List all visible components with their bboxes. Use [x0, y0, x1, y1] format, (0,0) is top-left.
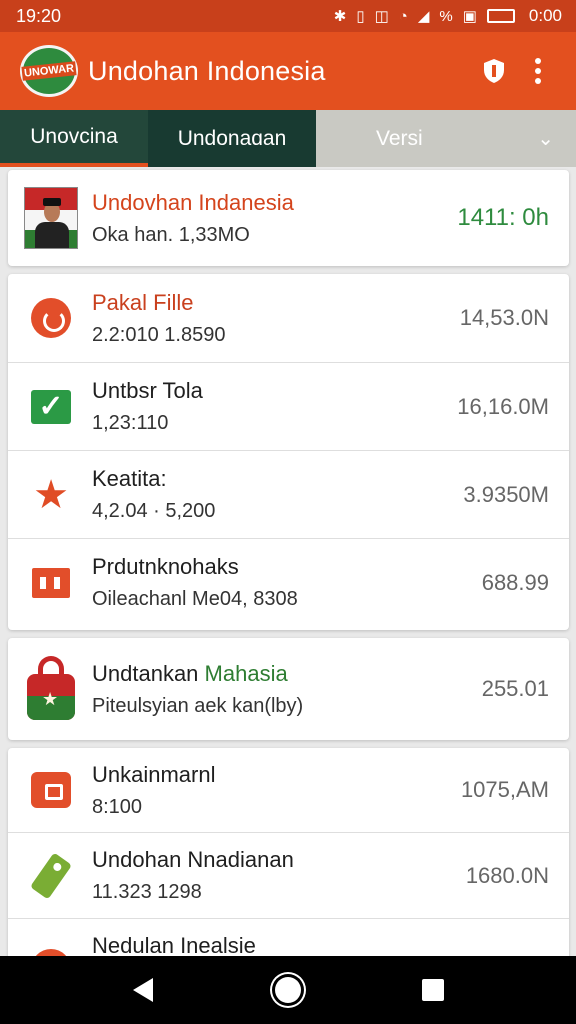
- header-value: 1411: 0h: [457, 204, 549, 231]
- tag-icon: [29, 851, 73, 900]
- header-row[interactable]: Undovhan Indanesia Oka han. 1,33MO 1411:…: [8, 170, 569, 266]
- back-icon: [132, 978, 153, 1002]
- tab-label: Unovcina: [30, 124, 118, 148]
- app-bar: UNOWAR Undohan Indonesia: [0, 32, 576, 110]
- circle-arrow-icon: [31, 298, 71, 338]
- battery-icon: [486, 9, 515, 23]
- list-item-title: Undohan Nnadianan: [92, 847, 294, 872]
- header-subtitle: Oka han. 1,33MO: [92, 223, 250, 246]
- app-logo: UNOWAR: [20, 45, 78, 97]
- bluetooth-icon: ✱: [333, 8, 347, 25]
- tab-versi[interactable]: Versi ⌄: [316, 110, 576, 167]
- signal-icon: ◢: [417, 8, 430, 25]
- tab-label: Versi: [376, 126, 423, 150]
- status-bar: 19:20 ✱ ▯ ◫ ◔ ◢ % ▣ 0:00: [0, 0, 576, 32]
- list-item-title: Undtankan Mahasia: [92, 660, 288, 686]
- recents-button[interactable]: [403, 966, 463, 1014]
- list-item-title: Untbsr Tola: [92, 378, 203, 403]
- list-item-title: Unkainmarnl: [92, 761, 216, 787]
- list-card-2: Unkainmarnl 8:100 1075,AM Undohan Nnadia…: [8, 748, 569, 968]
- list-item-undohan-nnadianan[interactable]: Undohan Nnadianan 11.323 1298 1680.0N: [8, 832, 569, 918]
- recents-icon: [422, 979, 445, 1001]
- list-item-value: 14,53.0N: [459, 305, 549, 330]
- list-item-value: 688.99: [481, 569, 549, 595]
- percent-icon: %: [439, 7, 453, 25]
- lock-icon: ★: [27, 656, 75, 722]
- list-item-subtitle: 1,23:110: [92, 412, 169, 434]
- tab-unovcina[interactable]: Unovcina: [0, 110, 148, 167]
- tab-label: Undonaɑan: [177, 126, 287, 150]
- bag-icon: [31, 772, 71, 808]
- tab-bar: Unovcina Undonaɑan Versi ⌄: [0, 110, 576, 167]
- portrait-avatar: [24, 187, 78, 249]
- list-item-title: Prdutnknohaks: [92, 554, 239, 579]
- list-card-1: Pakal Fille 2.2:010 1.8590 14,53.0N ✓ Un…: [8, 274, 569, 630]
- home-icon: [274, 977, 301, 1003]
- list-item-subtitle: 4,2.04 · 5,200: [92, 500, 216, 522]
- list-item-untbsr-tola[interactable]: ✓ Untbsr Tola 1,23:110 16,16.0M: [8, 362, 569, 450]
- vibrate-icon: ▯: [356, 8, 365, 25]
- app-logo-text: UNOWAR: [21, 61, 77, 81]
- check-icon: ✓: [31, 389, 71, 424]
- header-title: Undovhan Indanesia: [92, 189, 294, 215]
- list-item-value: 16,16.0M: [457, 393, 549, 419]
- chevron-down-icon: ⌄: [537, 128, 554, 150]
- nfc-icon: ◫: [374, 8, 389, 25]
- status-time: 19:20: [16, 5, 62, 26]
- status-icons: ✱ ▯ ◫ ◔ ◢ % ▣ 0:00: [334, 6, 562, 26]
- wifi-icon: ◔: [398, 7, 408, 25]
- list-item-keatita[interactable]: ★ Keatita: 4,2.04 · 5,200 3.9350M: [8, 450, 569, 538]
- list-item-undtankan-mahasia[interactable]: ★ Undtankan Mahasia Piteulsyian aek kan(…: [8, 638, 569, 740]
- list-item-value: 1680.0N: [465, 862, 549, 888]
- list-item-subtitle: 8:100: [92, 795, 143, 818]
- shield-button[interactable]: [472, 49, 516, 93]
- home-button[interactable]: [258, 966, 318, 1014]
- list-item-value: 3.9350M: [463, 481, 549, 507]
- app-title: Undohan Indonesia: [88, 55, 326, 86]
- building-icon: [32, 567, 70, 598]
- more-vert-icon: [535, 58, 541, 84]
- list-item-subtitle: Oileachanl Me04, 8308: [92, 588, 298, 610]
- list-item-title: Keatita:: [92, 466, 167, 491]
- list-item-value: 1075,AM: [460, 777, 549, 802]
- list-item-title: Pakal Fille: [92, 289, 194, 315]
- list-item-value: 255.01: [481, 676, 549, 701]
- system-nav-bar: [0, 956, 576, 1024]
- notification-icon: ▣: [462, 8, 477, 25]
- shield-icon: [484, 59, 504, 83]
- card-mahasia[interactable]: ★ Undtankan Mahasia Piteulsyian aek kan(…: [8, 638, 569, 740]
- list-item-subtitle: 11.323 1298: [92, 881, 202, 903]
- list-item-pakal-fille[interactable]: Pakal Fille 2.2:010 1.8590 14,53.0N: [8, 274, 569, 362]
- tab-undonaan[interactable]: Undonaɑan: [148, 110, 316, 167]
- list-item-subtitle: 2.2:010 1.8590: [92, 323, 226, 346]
- back-button[interactable]: [113, 966, 173, 1014]
- list-item-subtitle: Piteulsyian aek kan(lby): [92, 694, 304, 717]
- star-icon: ★: [33, 472, 69, 517]
- overflow-menu-button[interactable]: [516, 49, 560, 93]
- status-clock: 0:00: [528, 6, 562, 25]
- list-item-unkainmarnl[interactable]: Unkainmarnl 8:100 1075,AM: [8, 748, 569, 832]
- list-item-prdutnknohaks[interactable]: Prdutnknohaks Oileachanl Me04, 8308 688.…: [8, 538, 569, 626]
- title-accent: Mahasia: [204, 660, 288, 686]
- header-card[interactable]: Undovhan Indanesia Oka han. 1,33MO 1411:…: [8, 170, 569, 266]
- header-text: Undovhan Indanesia Oka han. 1,33MO: [92, 190, 457, 247]
